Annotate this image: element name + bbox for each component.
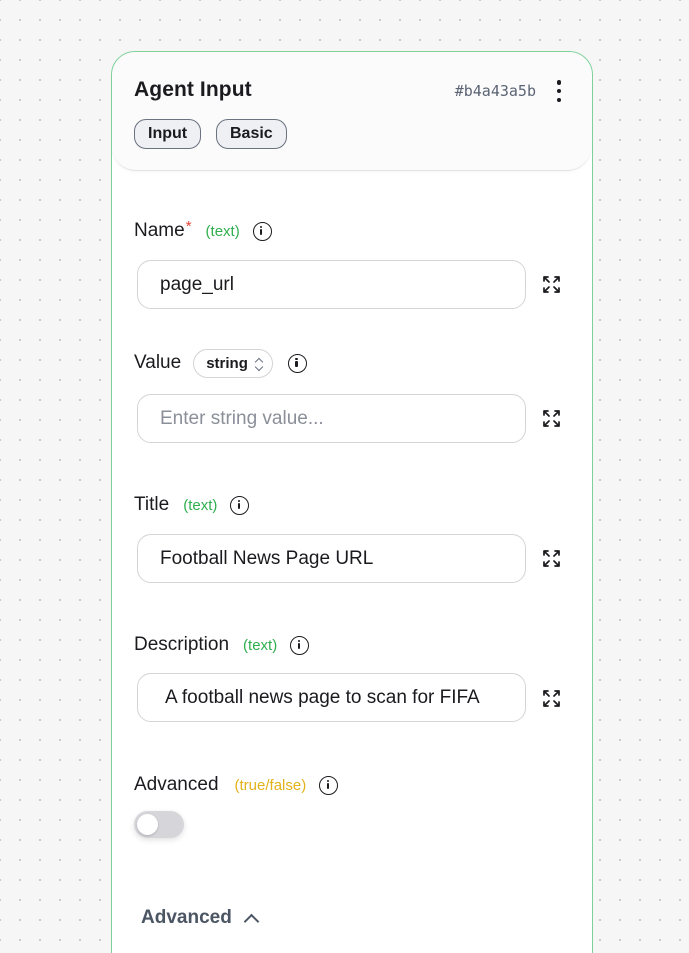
value-type-select[interactable]: string (193, 348, 273, 378)
expand-icon[interactable] (543, 550, 560, 567)
info-icon[interactable] (319, 775, 339, 795)
title-input[interactable]: Football News Page URL (137, 534, 526, 583)
name-type-hint: (text) (205, 222, 240, 240)
name-label-row: Name * (text) (134, 217, 272, 243)
select-chevron-icon (254, 357, 264, 371)
advanced-section-toggle[interactable]: Advanced (141, 907, 260, 929)
badge-basic: Basic (216, 119, 287, 149)
advanced-toggle-switch[interactable] (134, 811, 184, 838)
description-input-text: A football news page to scan for FIFA (165, 686, 480, 708)
value-input[interactable]: Enter string value... (137, 394, 526, 443)
advanced-label-row: Advanced (true/false) (134, 773, 339, 797)
info-icon[interactable] (252, 221, 272, 241)
title-label-row: Title (text) (134, 493, 250, 517)
expand-icon[interactable] (543, 276, 560, 293)
node-title: Agent Input (134, 78, 252, 101)
title-label: Title (134, 494, 170, 515)
required-mark: * (185, 217, 192, 235)
chevron-up-icon (243, 913, 260, 929)
name-label: Name (134, 220, 185, 241)
value-label-row: Value string (134, 348, 307, 378)
info-icon[interactable] (290, 635, 310, 655)
description-type-hint: (text) (243, 636, 278, 654)
value-label: Value (134, 352, 182, 373)
badge-input: Input (134, 119, 202, 149)
advanced-label: Advanced (134, 774, 219, 795)
description-label: Description (134, 634, 230, 655)
description-input[interactable]: A football news page to scan for FIFA (137, 673, 526, 722)
advanced-section-label: Advanced (141, 907, 232, 928)
value-type-select-label: string (206, 354, 248, 372)
info-icon[interactable] (230, 495, 250, 515)
expand-icon[interactable] (543, 690, 560, 707)
menu-dots-icon[interactable] (555, 80, 563, 102)
name-input[interactable]: page_url (137, 260, 526, 309)
node-header[interactable]: Agent Input #b4a43a5b Input Basic (112, 52, 591, 171)
info-icon[interactable] (287, 353, 307, 373)
node-id: #b4a43a5b (454, 82, 536, 100)
agent-input-node[interactable]: Agent Input #b4a43a5b Input Basic Name *… (111, 51, 593, 953)
description-label-row: Description (text) (134, 633, 310, 657)
advanced-type-hint: (true/false) (234, 776, 307, 794)
toggle-knob (137, 814, 158, 835)
title-type-hint: (text) (183, 496, 218, 514)
expand-icon[interactable] (543, 410, 560, 427)
